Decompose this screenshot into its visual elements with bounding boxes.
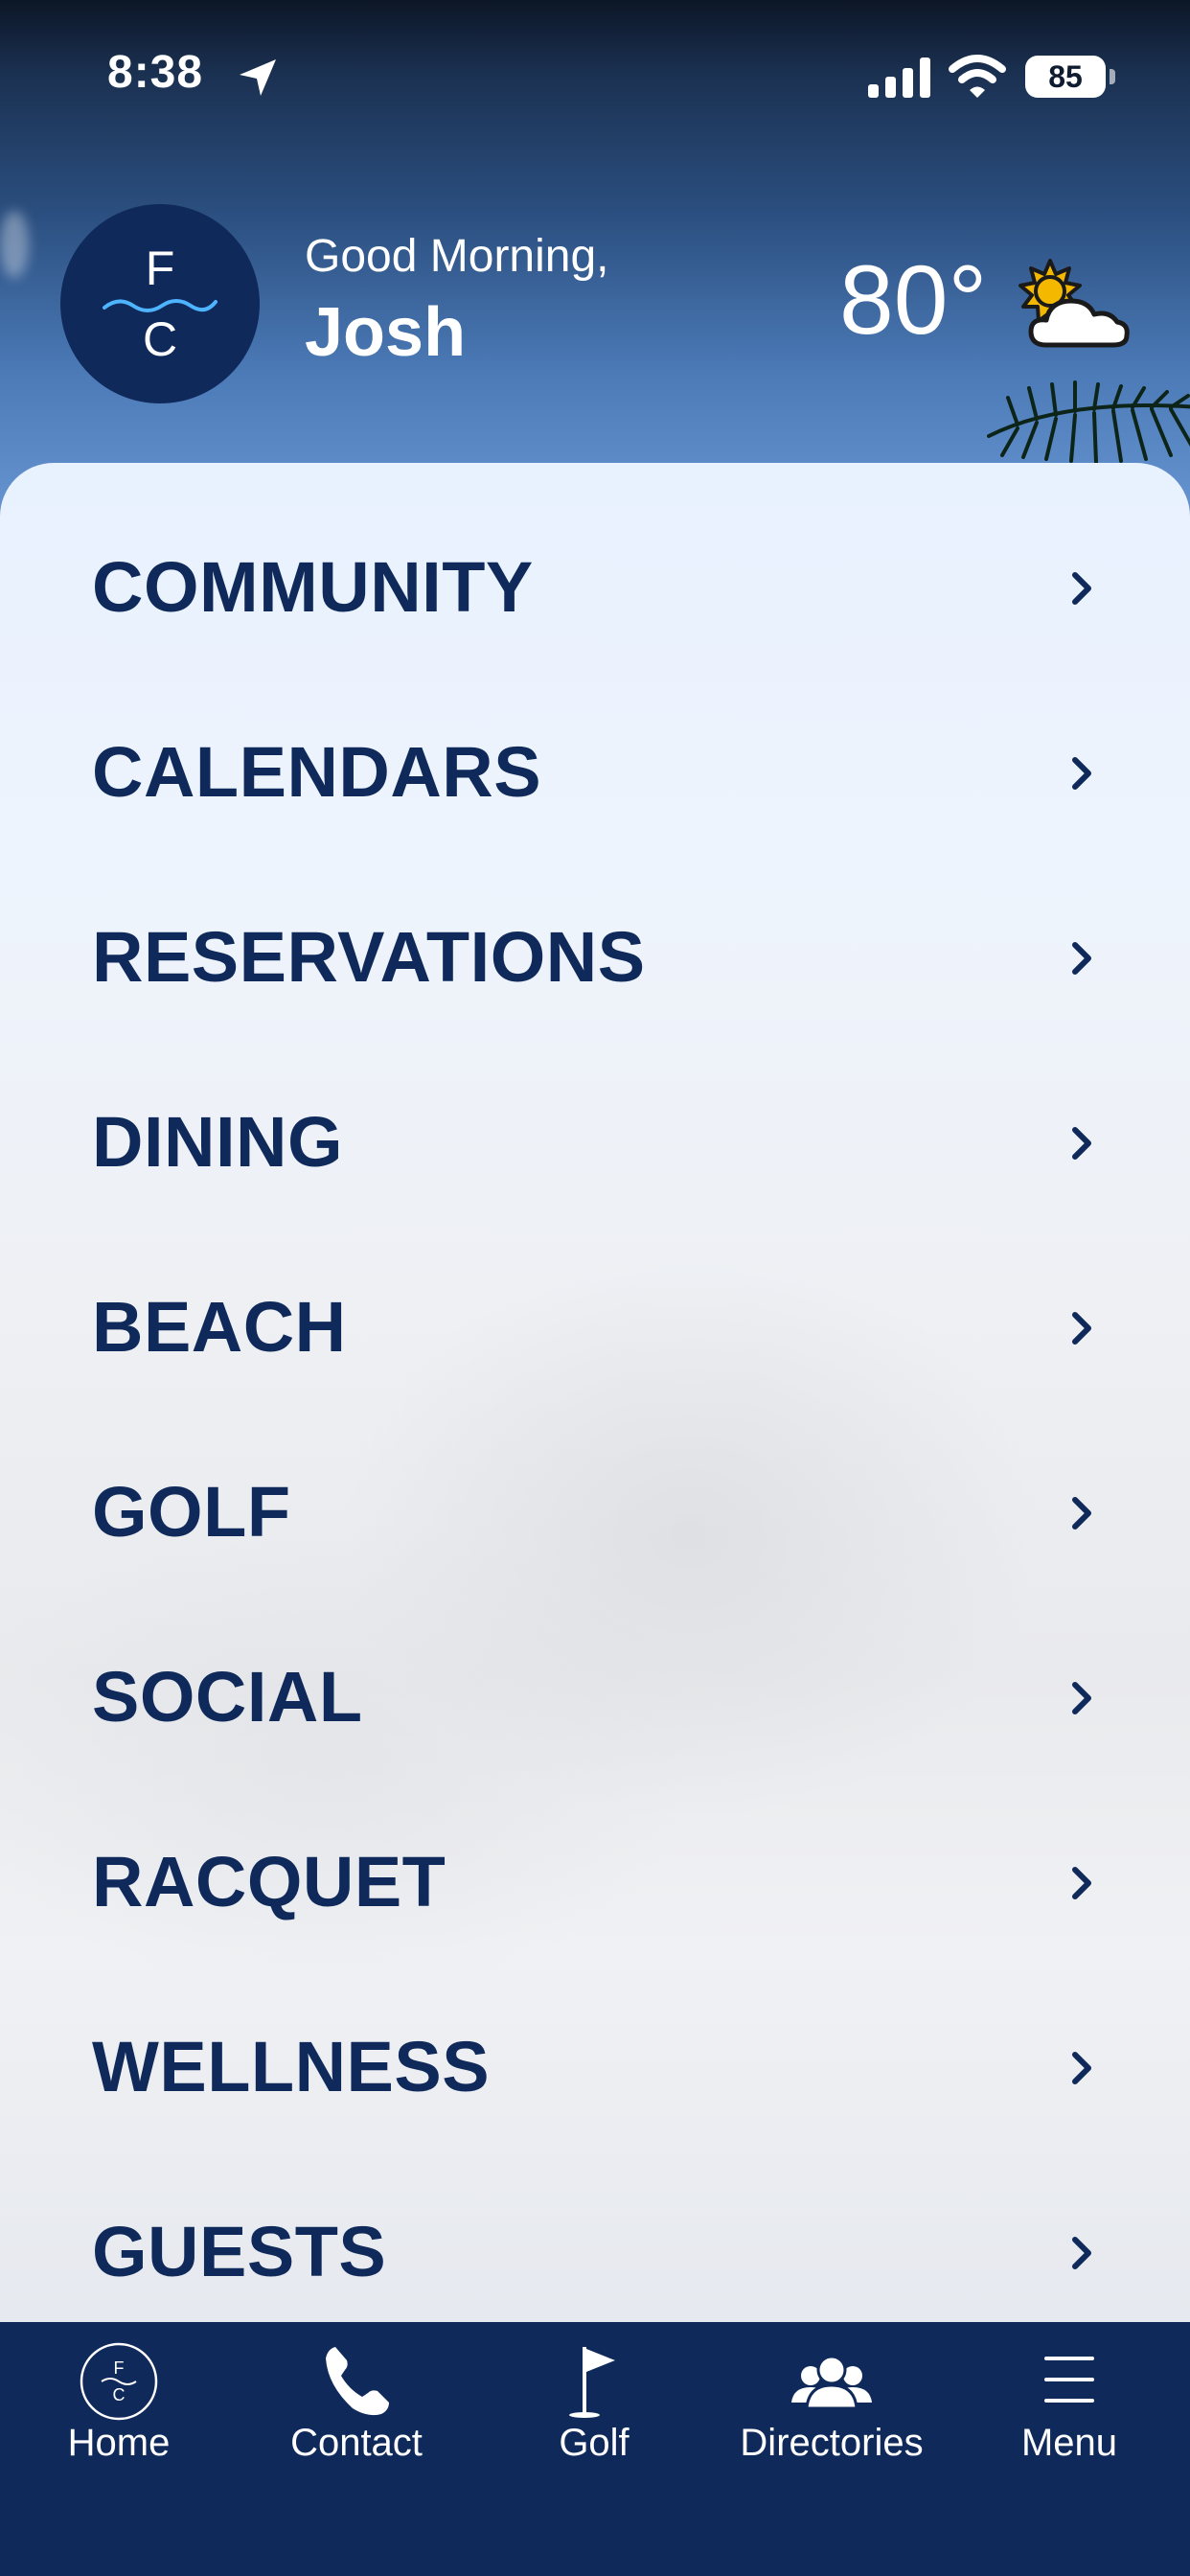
club-logo-icon: F C — [0, 2341, 238, 2427]
menu-item-guests[interactable]: GUESTS — [0, 2171, 1190, 2322]
chevron-right-icon — [1072, 1682, 1091, 1714]
status-bar: 8:38 85 — [0, 0, 1190, 153]
tab-label: Directories — [740, 2422, 924, 2464]
tab-contact[interactable]: Contact — [238, 2322, 475, 2495]
user-name: Josh — [305, 294, 467, 371]
chevron-right-icon — [1072, 1867, 1091, 1899]
people-icon — [713, 2341, 950, 2427]
partly-sunny-icon — [1018, 259, 1130, 348]
location-arrow-icon — [240, 59, 276, 96]
hamburger-icon — [950, 2341, 1188, 2427]
menu-item-racquet[interactable]: RACQUET — [0, 1801, 1190, 1964]
background-cloud — [0, 211, 29, 278]
menu-item-beach[interactable]: BEACH — [0, 1246, 1190, 1409]
menu-item-reservations[interactable]: RESERVATIONS — [0, 876, 1190, 1039]
status-time: 8:38 — [107, 47, 204, 98]
chevron-right-icon — [1072, 1312, 1091, 1345]
tab-label: Menu — [1020, 2422, 1118, 2464]
cellular-signal-icon — [868, 58, 930, 98]
menu-item-label: GOLF — [92, 1472, 291, 1552]
tab-menu[interactable]: Menu — [950, 2322, 1188, 2495]
battery-indicator: 85 — [1025, 56, 1106, 98]
tab-label: Home — [67, 2422, 171, 2464]
greeting-text: Good Morning, — [305, 231, 609, 282]
chevron-right-icon — [1072, 2052, 1091, 2084]
chevron-right-icon — [1072, 2237, 1091, 2269]
svg-text:C: C — [113, 2385, 126, 2404]
phone-icon — [238, 2341, 475, 2427]
chevron-right-icon — [1072, 757, 1091, 790]
menu-item-calendars[interactable]: CALENDARS — [0, 691, 1190, 854]
club-logo[interactable]: F C — [60, 204, 260, 403]
logo-letter-top: F — [145, 242, 175, 295]
tab-label: Golf — [559, 2422, 629, 2464]
menu-item-social[interactable]: SOCIAL — [0, 1616, 1190, 1779]
menu-item-label: GUESTS — [92, 2212, 387, 2291]
tab-golf[interactable]: Golf — [475, 2322, 713, 2495]
menu-item-dining[interactable]: DINING — [0, 1061, 1190, 1224]
menu-item-label: CALENDARS — [92, 732, 542, 812]
menu-item-golf[interactable]: GOLF — [0, 1431, 1190, 1594]
chevron-right-icon — [1072, 1127, 1091, 1160]
app-screen: 8:38 85 F C Good Morning, Josh 80° COMMU… — [0, 0, 1190, 2576]
main-menu-panel: COMMUNITY CALENDARS RESERVATIONS DINING … — [0, 463, 1190, 2322]
menu-item-label: COMMUNITY — [92, 547, 534, 627]
menu-item-community[interactable]: COMMUNITY — [0, 506, 1190, 669]
chevron-right-icon — [1072, 942, 1091, 975]
tab-directories[interactable]: Directories — [713, 2322, 950, 2495]
menu-item-label: RACQUET — [92, 1842, 446, 1921]
battery-cap — [1110, 69, 1115, 84]
chevron-right-icon — [1072, 1497, 1091, 1530]
menu-item-label: BEACH — [92, 1287, 347, 1367]
menu-item-label: SOCIAL — [92, 1657, 363, 1736]
menu-item-label: DINING — [92, 1102, 343, 1182]
svg-text:F: F — [114, 2358, 125, 2378]
chevron-right-icon — [1072, 572, 1091, 605]
temperature-reading: 80° — [839, 245, 988, 355]
menu-item-label: RESERVATIONS — [92, 917, 646, 997]
logo-letter-bottom: C — [142, 312, 178, 366]
tab-home[interactable]: F C Home — [0, 2322, 238, 2495]
bottom-tab-bar: F C Home Contact Golf Directories Menu — [0, 2322, 1190, 2576]
tab-label: Contact — [290, 2422, 423, 2464]
menu-item-wellness[interactable]: WELLNESS — [0, 1986, 1190, 2149]
wifi-icon — [949, 55, 1006, 98]
menu-item-label: WELLNESS — [92, 2027, 491, 2106]
golf-flag-icon — [475, 2341, 713, 2427]
